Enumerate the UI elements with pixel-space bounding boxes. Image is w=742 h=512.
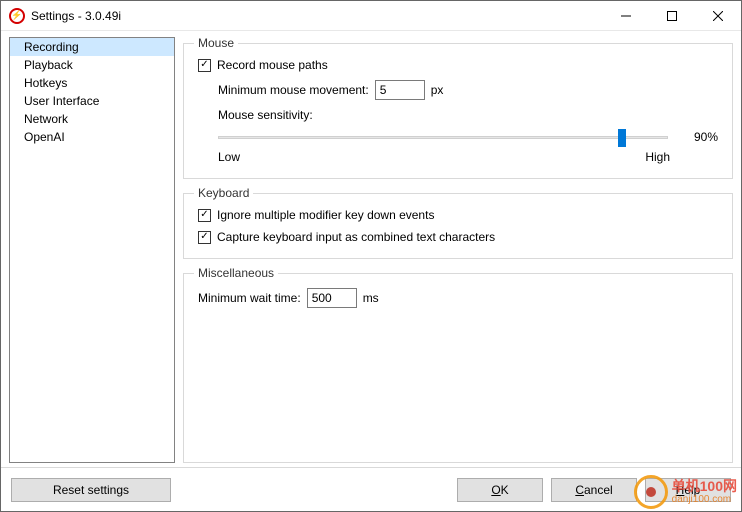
mouse-sensitivity-value: 90% (678, 130, 718, 144)
app-icon: ⚡ (9, 8, 25, 24)
slider-high-label: High (645, 150, 670, 164)
slider-low-label: Low (218, 150, 240, 164)
group-legend: Miscellaneous (194, 266, 278, 280)
sidebar-item-label: Recording (24, 40, 79, 54)
min-mouse-movement-unit: px (431, 83, 444, 97)
mouse-sensitivity-label: Mouse sensitivity: (218, 108, 313, 122)
cancel-button[interactable]: Cancel (551, 478, 637, 502)
sidebar-item-playback[interactable]: Playback (10, 56, 174, 74)
close-button[interactable] (695, 1, 741, 31)
sidebar-item-network[interactable]: Network (10, 110, 174, 128)
capture-combined-label: Capture keyboard input as combined text … (217, 230, 495, 244)
min-wait-time-input[interactable] (307, 288, 357, 308)
group-mouse: Mouse Record mouse paths Minimum mouse m… (183, 43, 733, 179)
record-mouse-paths-checkbox[interactable] (198, 59, 211, 72)
window-title: Settings - 3.0.49i (31, 9, 121, 23)
help-button[interactable]: Help (645, 478, 731, 502)
group-miscellaneous: Miscellaneous Minimum wait time: ms (183, 273, 733, 463)
record-mouse-paths-label: Record mouse paths (217, 58, 328, 72)
sidebar-item-recording[interactable]: Recording (10, 38, 174, 56)
ignore-modifier-label: Ignore multiple modifier key down events (217, 208, 434, 222)
settings-panel: Mouse Record mouse paths Minimum mouse m… (183, 37, 733, 463)
group-legend: Keyboard (194, 186, 253, 200)
sidebar-item-label: Playback (24, 58, 73, 72)
slider-thumb[interactable] (618, 129, 626, 147)
minimize-button[interactable] (603, 1, 649, 31)
sidebar-item-label: OpenAI (24, 130, 65, 144)
mouse-sensitivity-slider[interactable] (218, 136, 668, 139)
title-bar: ⚡ Settings - 3.0.49i (1, 1, 741, 31)
min-wait-time-label: Minimum wait time: (198, 291, 301, 305)
maximize-button[interactable] (649, 1, 695, 31)
min-wait-time-unit: ms (363, 291, 379, 305)
reset-settings-button[interactable]: Reset settings (11, 478, 171, 502)
sidebar-item-openai[interactable]: OpenAI (10, 128, 174, 146)
sidebar-item-label: Hotkeys (24, 76, 67, 90)
min-mouse-movement-input[interactable] (375, 80, 425, 100)
sidebar-item-label: Network (24, 112, 68, 126)
sidebar-item-hotkeys[interactable]: Hotkeys (10, 74, 174, 92)
dialog-button-bar: Reset settings OK Cancel Help (1, 467, 741, 511)
sidebar-item-label: User Interface (24, 94, 99, 108)
min-mouse-movement-label: Minimum mouse movement: (218, 83, 369, 97)
ignore-modifier-checkbox[interactable] (198, 209, 211, 222)
group-legend: Mouse (194, 36, 238, 50)
ok-button[interactable]: OK (457, 478, 543, 502)
group-keyboard: Keyboard Ignore multiple modifier key do… (183, 193, 733, 259)
sidebar-item-user-interface[interactable]: User Interface (10, 92, 174, 110)
settings-sidebar: Recording Playback Hotkeys User Interfac… (9, 37, 175, 463)
capture-combined-checkbox[interactable] (198, 231, 211, 244)
